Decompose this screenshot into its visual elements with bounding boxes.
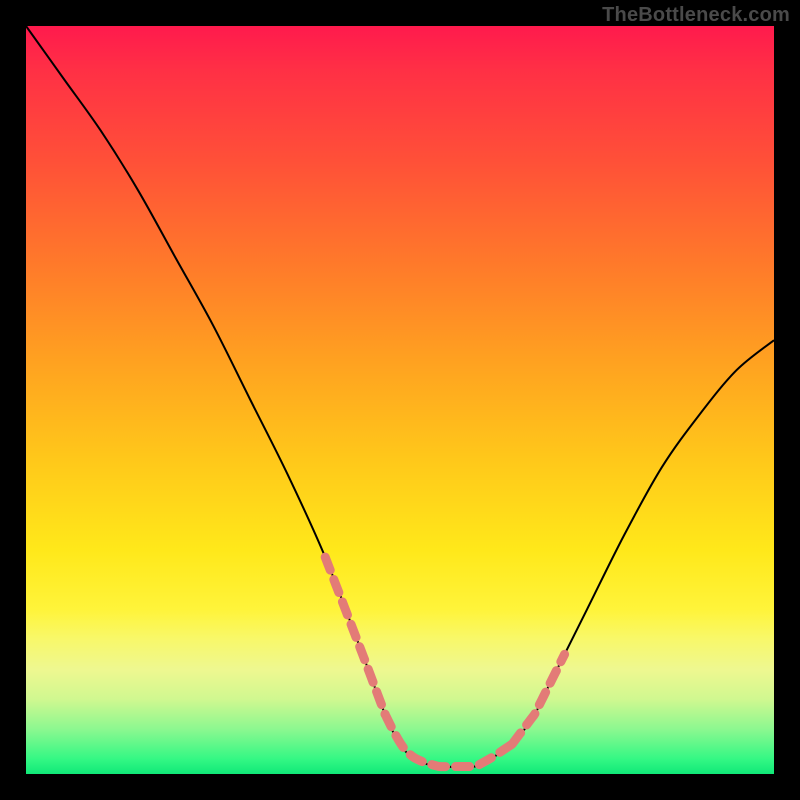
watermark-text: TheBottleneck.com: [602, 4, 790, 27]
chart-svg: [26, 26, 774, 774]
bottleneck-curve: [26, 26, 774, 767]
chart-frame: TheBottleneck.com: [0, 0, 800, 800]
highlight-segment: [512, 654, 564, 744]
highlight-segment: [325, 557, 385, 714]
highlight-segments: [325, 557, 564, 767]
highlight-segment: [385, 714, 512, 767]
plot-area: [26, 26, 774, 774]
